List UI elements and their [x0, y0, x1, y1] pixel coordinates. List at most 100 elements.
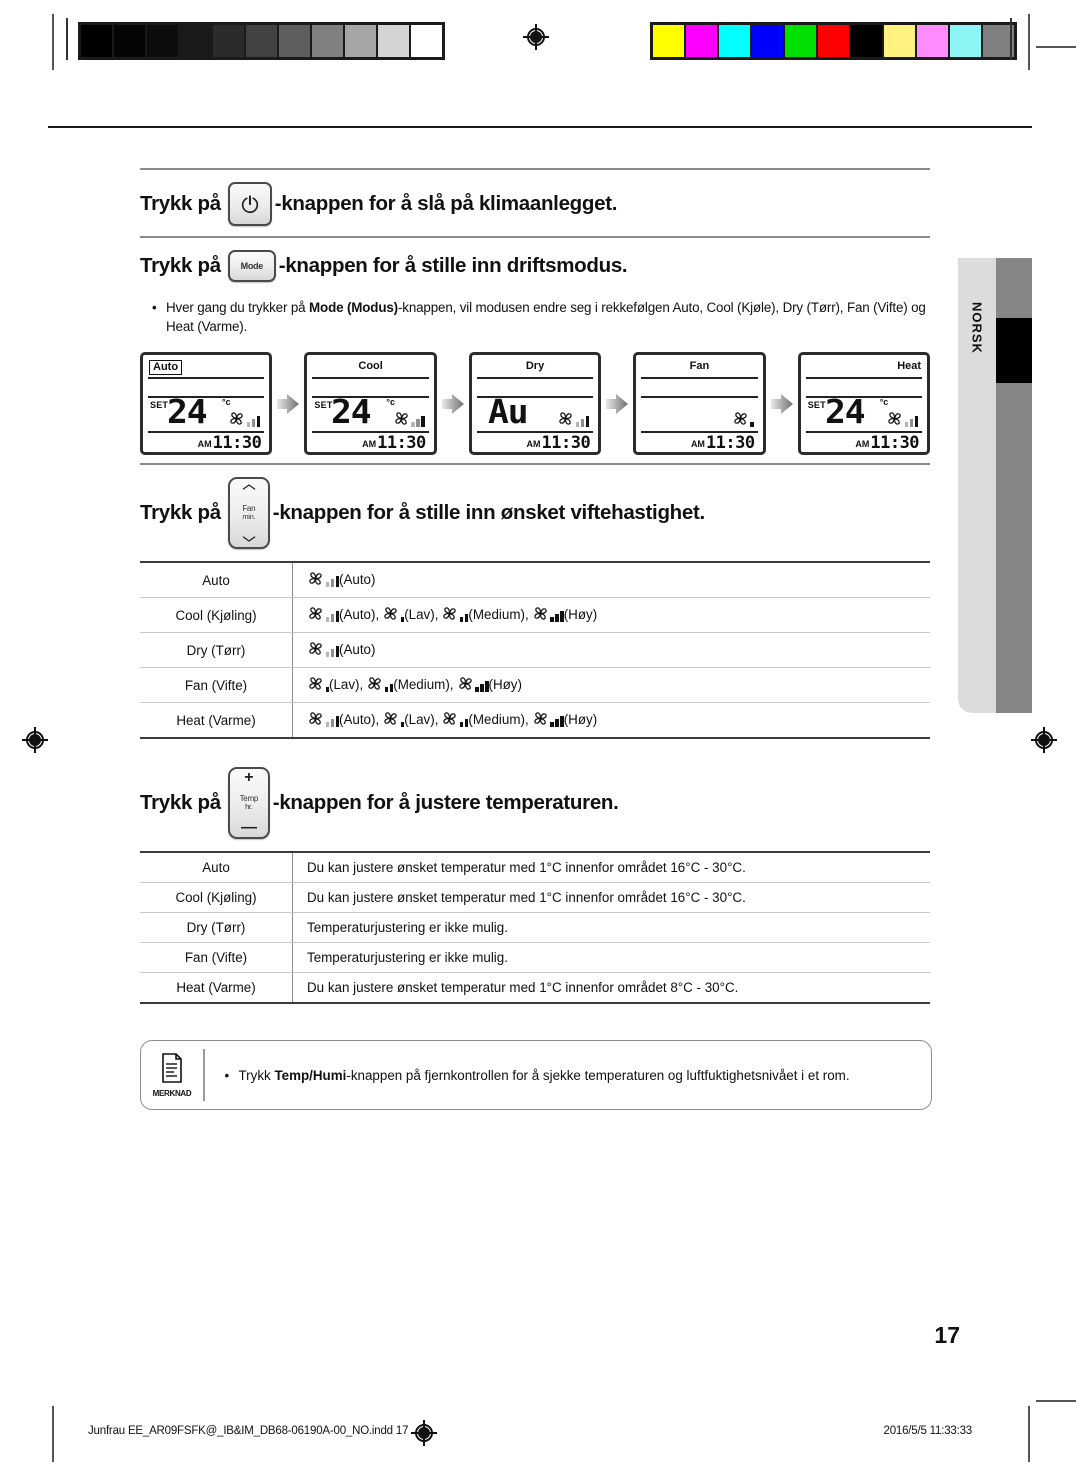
fan-option: (Lav), — [382, 710, 438, 727]
fan-option-label: (Høy) — [563, 607, 598, 622]
chevron-up-icon — [242, 484, 256, 490]
page-number: 17 — [934, 1322, 960, 1348]
lcd-degree-unit: °c — [222, 397, 231, 407]
fan-option: (Lav), — [382, 605, 438, 622]
heading-mode-text-after: -knappen for å stille inn driftsmodus. — [278, 254, 628, 277]
fan-option-label: (Medium), — [468, 607, 529, 622]
note-bullet-marker: • — [224, 1067, 230, 1083]
lcd-mode-label: Cool — [358, 360, 383, 372]
lcd-fan-indicator — [732, 410, 754, 427]
temp-table-description: Du kan justere ønsket temperatur med 1°C… — [292, 972, 930, 1004]
sequence-arrow-icon — [272, 391, 304, 417]
table-row: Heat (Varme) (Auto), (Lav), (Medium), (Høy) — [140, 702, 930, 739]
fan-option-label: (Auto) — [339, 572, 376, 587]
fan-speed-table: Auto (Auto) Cool (Kjøling) (Auto), (Lav), (Me… — [140, 561, 930, 739]
table-row: Cool (Kjøling) (Auto), (Lav), (Medium), (Høy… — [140, 597, 930, 633]
fan-option: (Lav), — [307, 675, 363, 692]
fan-speed-icon — [382, 605, 405, 622]
fan-table-mode: Dry (Tørr) — [140, 632, 293, 668]
lcd-am-label: AM — [690, 439, 705, 449]
fan-speed-bars-low — [750, 422, 754, 427]
lcd-time-value: 11:30 — [212, 433, 262, 453]
heading-power-text-before: Trykk på — [140, 192, 221, 215]
temp-table-mode: Fan (Vifte) — [140, 942, 293, 973]
temp-table-mode: Dry (Tørr) — [140, 912, 293, 943]
fan-speed-icon — [307, 570, 339, 587]
plus-icon: + — [244, 769, 254, 786]
heading-fan-text-before: Trykk på — [140, 501, 221, 524]
fan-speed-icon — [532, 605, 564, 622]
power-button[interactable] — [227, 182, 272, 226]
note-icon-caption: MERKNAD — [152, 1088, 192, 1098]
page-content: Trykk på -knappen for å slå på klimaanle… — [140, 168, 931, 1008]
temp-button-label: Temp hr. — [239, 793, 259, 811]
heading-power-text-after: -knappen for å slå på klimaanlegget. — [274, 192, 618, 215]
lcd-panel-auto: Auto SET 24 °c AM 11:30 — [140, 352, 273, 455]
temp-button[interactable]: + Temp hr. — — [227, 767, 270, 839]
fan-table-mode: Auto — [140, 561, 293, 598]
lcd-set-label: SET — [314, 400, 333, 410]
fan-speed-bars-auto — [325, 576, 339, 587]
fan-speed-bars-medium — [459, 719, 469, 727]
fan-blade-icon — [559, 412, 572, 425]
fan-speed-bars-high — [475, 681, 489, 692]
lcd-panel-heat: Heat SET 24 °c AM 11:30 — [797, 352, 931, 455]
fan-blade-icon — [309, 677, 322, 690]
fan-blade-icon — [395, 412, 408, 425]
table-row: Fan (Vifte) Temperaturjustering er ikke m… — [140, 942, 930, 973]
lcd-temperature-value: 24 — [331, 392, 372, 431]
mode-button[interactable]: Mode — [227, 250, 276, 282]
lcd-panel-dry: Dry Au AM 11:30 — [468, 352, 602, 455]
fan-blade-icon — [368, 677, 381, 690]
lcd-panel-fan: Fan AM 11:30 — [633, 352, 766, 455]
fan-table-mode: Fan (Vifte) — [140, 667, 293, 703]
fan-option-label: (Auto) — [339, 642, 376, 657]
fan-blade-icon — [733, 412, 747, 425]
table-row: Cool (Kjøling) Du kan justere ønsket temp… — [140, 882, 930, 913]
mode-button-label: Mode — [240, 261, 264, 271]
note-body: • Trykk Temp/Humi-knappen på fjernkontro… — [205, 1068, 932, 1083]
table-row: Heat (Varme) Du kan justere ønsket temper… — [140, 972, 930, 1004]
fan-speed-icon — [886, 410, 919, 427]
fan-speed-icon — [441, 605, 469, 622]
note-text: Trykk Temp/Humi-knappen på fjernkontroll… — [238, 1067, 850, 1083]
fan-speed-bars-high — [550, 611, 564, 622]
fan-option-label: (Lav), — [329, 677, 364, 692]
heading-temp: Trykk på + Temp hr. — -knappen for å jus… — [140, 755, 930, 849]
fan-blade-icon — [309, 607, 322, 620]
fan-speed-bars-auto — [325, 611, 339, 622]
fan-speed-button[interactable]: Fan min. — [227, 477, 270, 549]
fan-table-options: (Auto) — [292, 632, 930, 668]
lcd-clock: AM 11:30 — [855, 435, 919, 452]
fan-option-label: (Høy) — [563, 712, 598, 727]
fan-speed-icon — [557, 410, 590, 427]
fan-option: (Medium), — [366, 675, 454, 692]
table-row: Fan (Vifte) (Lav), (Medium), (Høy) — [140, 667, 930, 703]
lcd-mode-label: Heat — [897, 360, 922, 372]
heading-fan: Trykk på Fan min. -knappen for å stille … — [140, 465, 930, 559]
lcd-time-value: 11:30 — [377, 433, 426, 453]
side-thumb-index-bar — [996, 258, 1032, 713]
power-icon — [241, 193, 258, 214]
lcd-panel-cool: Cool SET 24 °c AM 11:30 — [304, 352, 437, 455]
footer-file-name: Junfrau EE_AR09FSFK@_IB&IM_DB68-06190A-0… — [88, 1425, 409, 1437]
lcd-set-label: SET — [150, 400, 169, 410]
heading-temp-text-after: -knappen for å justere temperaturen. — [272, 791, 619, 814]
fan-blade-icon — [384, 712, 397, 725]
fan-button-label: Fan min. — [242, 503, 256, 521]
mode-bullet-text: Hver gang du trykker på Mode (Modus)-kna… — [166, 300, 926, 334]
fan-option: (Auto), — [307, 710, 379, 727]
fan-blade-icon — [533, 712, 547, 725]
fan-option-label: (Lav), — [404, 712, 439, 727]
note-icon-group: MERKNAD — [141, 1052, 203, 1098]
chevron-down-icon — [242, 536, 256, 542]
table-row: Auto (Auto) — [140, 561, 930, 598]
minus-icon: — — [240, 819, 257, 836]
fan-option-label: (Medium), — [468, 712, 529, 727]
lcd-degree-unit: °c — [386, 397, 396, 407]
heading-temp-text-before: Trykk på — [140, 791, 221, 814]
lcd-am-label: AM — [197, 439, 212, 449]
table-row: Dry (Tørr) (Auto) — [140, 632, 930, 668]
header-rule — [48, 126, 1032, 128]
temp-table-mode: Cool (Kjøling) — [140, 882, 293, 913]
